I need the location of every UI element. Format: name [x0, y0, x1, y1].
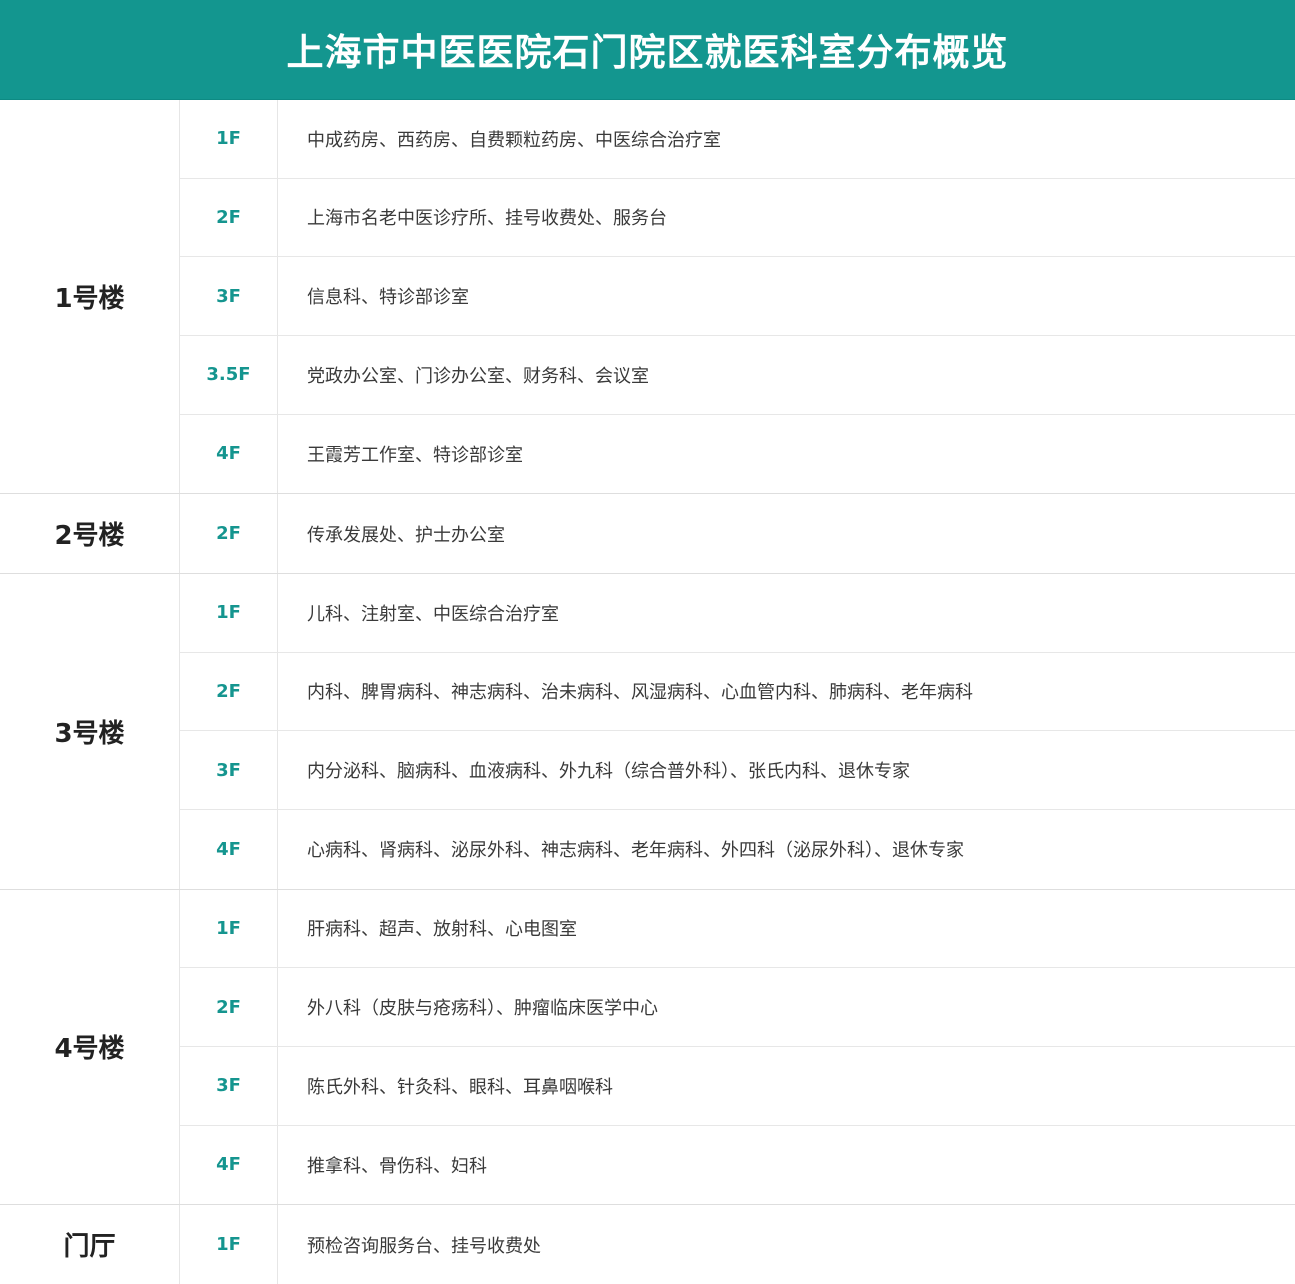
floor-row: 3.5F 党政办公室、门诊办公室、财务科、会议室: [180, 335, 1295, 415]
department-list: 党政办公室、门诊办公室、财务科、会议室: [307, 365, 649, 387]
building-lobby: 门厅 1F 预检咨询服务台、挂号收费处: [0, 1204, 1295, 1284]
building-name: 2号楼: [0, 494, 180, 573]
floor-row: 1F 儿科、注射室、中医综合治疗室: [180, 573, 1295, 653]
floor-label: 3F: [180, 1046, 278, 1125]
floor-label: 4F: [180, 1125, 278, 1205]
floor-label: 1F: [180, 889, 278, 968]
department-list: 中成药房、西药房、自费颗粒药房、中医综合治疗室: [307, 129, 721, 151]
department-list: 传承发展处、护士办公室: [307, 524, 505, 546]
floor-row: 4F 王霞芳工作室、特诊部诊室: [180, 414, 1295, 494]
building-4: 4号楼 1F 肝病科、超声、放射科、心电图室 2F 外八科（皮肤与疮疡科）、肿瘤…: [0, 888, 1295, 1205]
building-name: 4号楼: [0, 889, 180, 1205]
building-3: 3号楼 1F 儿科、注射室、中医综合治疗室 2F 内科、脾胃病科、神志病科、治未…: [0, 572, 1295, 889]
floor-label: 3F: [180, 731, 278, 809]
floor-label: 1F: [180, 573, 278, 652]
department-list: 信息科、特诊部诊室: [307, 287, 469, 309]
department-list: 外八科（皮肤与疮疡科）、肿瘤临床医学中心: [307, 998, 658, 1020]
page-header: 上海市中医医院石门院区就医科室分布概览: [0, 0, 1295, 100]
building-2: 2号楼 2F 传承发展处、护士办公室: [0, 493, 1295, 573]
department-list: 肝病科、超声、放射科、心电图室: [307, 919, 577, 941]
floor-row: 2F 上海市名老中医诊疗所、挂号收费处、服务台: [180, 178, 1295, 258]
floor-row: 1F 预检咨询服务台、挂号收费处: [180, 1205, 1295, 1284]
floor-label: 1F: [180, 1205, 278, 1284]
page-title: 上海市中医医院石门院区就医科室分布概览: [286, 30, 1009, 74]
floor-row: 3F 内分泌科、脑病科、血液病科、外九科（综合普外科）、张氏内科、退休专家: [180, 731, 1295, 810]
floor-list: 1F 中成药房、西药房、自费颗粒药房、中医综合治疗室 2F 上海市名老中医诊疗所…: [180, 100, 1295, 494]
department-list: 内分泌科、脑病科、血液病科、外九科（综合普外科）、张氏内科、退休专家: [307, 761, 910, 783]
department-list: 上海市名老中医诊疗所、挂号收费处、服务台: [307, 208, 667, 230]
floor-list: 1F 预检咨询服务台、挂号收费处: [180, 1205, 1295, 1284]
floor-list: 2F 传承发展处、护士办公室: [180, 494, 1295, 573]
page: 上海市中医医院石门院区就医科室分布概览 1号楼 1F 中成药房、西药房、自费颗粒…: [0, 0, 1295, 1284]
floor-list: 1F 肝病科、超声、放射科、心电图室 2F 外八科（皮肤与疮疡科）、肿瘤临床医学…: [180, 889, 1295, 1205]
department-list: 内科、脾胃病科、神志病科、治未病科、风湿病科、心血管内科、肺病科、老年病科: [307, 682, 973, 704]
floor-row: 3F 信息科、特诊部诊室: [180, 257, 1295, 336]
department-list: 推拿科、骨伤科、妇科: [307, 1155, 487, 1177]
floor-label: 4F: [180, 414, 278, 494]
floor-label: 2F: [180, 652, 278, 731]
floor-label: 1F: [180, 100, 278, 178]
floor-label: 2F: [180, 968, 278, 1046]
floor-list: 1F 儿科、注射室、中医综合治疗室 2F 内科、脾胃病科、神志病科、治未病科、风…: [180, 573, 1295, 889]
floor-row: 1F 中成药房、西药房、自费颗粒药房、中医综合治疗室: [180, 100, 1295, 179]
building-name: 3号楼: [0, 573, 180, 889]
floor-label: 4F: [180, 809, 278, 889]
building-1: 1号楼 1F 中成药房、西药房、自费颗粒药房、中医综合治疗室 2F 上海市名老中…: [0, 100, 1295, 494]
floor-label: 3.5F: [180, 335, 278, 414]
floor-row: 1F 肝病科、超声、放射科、心电图室: [180, 889, 1295, 969]
floor-label: 2F: [180, 178, 278, 257]
floor-label: 2F: [180, 494, 278, 573]
floor-row: 2F 外八科（皮肤与疮疡科）、肿瘤临床医学中心: [180, 968, 1295, 1047]
department-table: 1号楼 1F 中成药房、西药房、自费颗粒药房、中医综合治疗室 2F 上海市名老中…: [0, 100, 1295, 1284]
floor-row: 2F 内科、脾胃病科、神志病科、治未病科、风湿病科、心血管内科、肺病科、老年病科: [180, 652, 1295, 732]
department-list: 预检咨询服务台、挂号收费处: [307, 1235, 541, 1257]
department-list: 陈氏外科、针灸科、眼科、耳鼻咽喉科: [307, 1076, 613, 1098]
floor-row: 3F 陈氏外科、针灸科、眼科、耳鼻咽喉科: [180, 1046, 1295, 1126]
building-name: 门厅: [0, 1205, 180, 1284]
department-list: 王霞芳工作室、特诊部诊室: [307, 444, 523, 466]
floor-label: 3F: [180, 257, 278, 335]
floor-row: 4F 心病科、肾病科、泌尿外科、神志病科、老年病科、外四科（泌尿外科）、退休专家: [180, 809, 1295, 889]
building-name: 1号楼: [0, 100, 180, 494]
floor-row: 4F 推拿科、骨伤科、妇科: [180, 1125, 1295, 1205]
department-list: 儿科、注射室、中医综合治疗室: [307, 603, 559, 625]
department-list: 心病科、肾病科、泌尿外科、神志病科、老年病科、外四科（泌尿外科）、退休专家: [307, 840, 964, 862]
floor-row: 2F 传承发展处、护士办公室: [180, 494, 1295, 573]
